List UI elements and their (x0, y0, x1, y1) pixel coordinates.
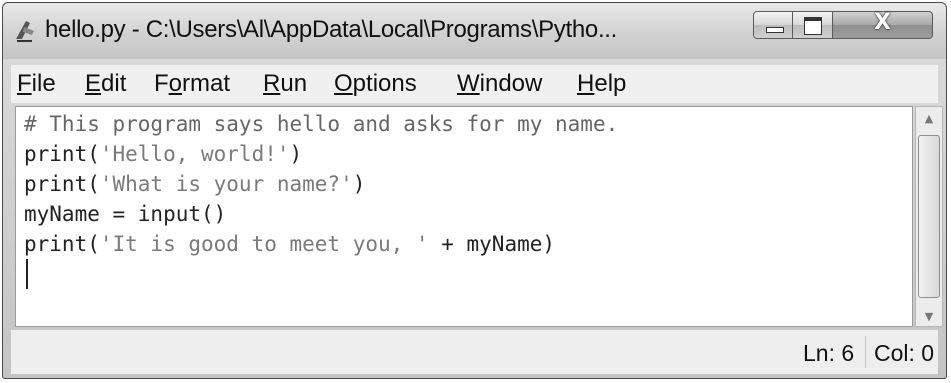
menu-run[interactable]: Run (263, 70, 307, 98)
minimize-icon (766, 27, 784, 33)
menu-format[interactable]: Format (154, 70, 230, 98)
python-file-icon (16, 21, 34, 42)
maximize-button[interactable] (793, 11, 833, 39)
code-line: print('What is your name?') (24, 169, 365, 199)
menu-window[interactable]: Window (457, 70, 542, 98)
code-token: ) (289, 142, 303, 166)
code-string: 'Hello, world!' (99, 142, 290, 166)
title-bar[interactable]: hello.py - C:\Users\Al\AppData\Local\Pro… (3, 3, 946, 59)
menu-options[interactable]: Options (334, 70, 417, 98)
code-line: print('Hello, world!') (24, 139, 302, 169)
idle-editor-window: hello.py - C:\Users\Al\AppData\Local\Pro… (2, 2, 947, 379)
menu-edit[interactable]: Edit (85, 70, 126, 98)
menu-bar: File Edit Format Run Options Window Help (11, 65, 938, 104)
code-string: 'It is good to meet you, ' (99, 232, 429, 256)
code-token: print( (24, 142, 100, 166)
code-string: 'What is your name?' (99, 172, 353, 196)
scroll-up-arrow-icon[interactable]: ▲ (916, 112, 942, 125)
minimize-button[interactable] (753, 11, 793, 39)
close-button[interactable]: X (833, 10, 933, 39)
scrollbar-thumb[interactable] (918, 135, 940, 298)
status-divider (865, 336, 866, 368)
code-line: myName = input() (24, 199, 226, 229)
code-token: print( (24, 232, 100, 256)
window-title: hello.py - C:\Users\Al\AppData\Local\Pro… (45, 16, 618, 43)
code-token: + myName) (428, 232, 556, 256)
code-editor[interactable]: # This program says hello and asks for m… (15, 106, 913, 327)
menu-file[interactable]: File (17, 70, 56, 98)
code-token: ) (352, 172, 366, 196)
scroll-down-arrow-icon[interactable]: ▼ (916, 310, 942, 323)
code-comment: # This program says hello and asks for m… (24, 112, 619, 136)
vertical-scrollbar[interactable]: ▲ ▼ (915, 106, 943, 327)
status-bar: Ln: 6 Col: 0 (11, 329, 938, 374)
status-column-number: Col: 0 (874, 340, 935, 366)
maximize-icon (804, 17, 822, 35)
text-cursor (26, 259, 28, 289)
status-line-number: Ln: 6 (803, 340, 855, 366)
menu-help[interactable]: Help (577, 70, 626, 98)
code-line: print('It is good to meet you, ' + myNam… (24, 229, 555, 259)
close-icon: X (874, 10, 891, 35)
code-token: myName = input() (24, 202, 227, 226)
code-line: # This program says hello and asks for m… (24, 109, 618, 139)
code-token: print( (24, 172, 100, 196)
